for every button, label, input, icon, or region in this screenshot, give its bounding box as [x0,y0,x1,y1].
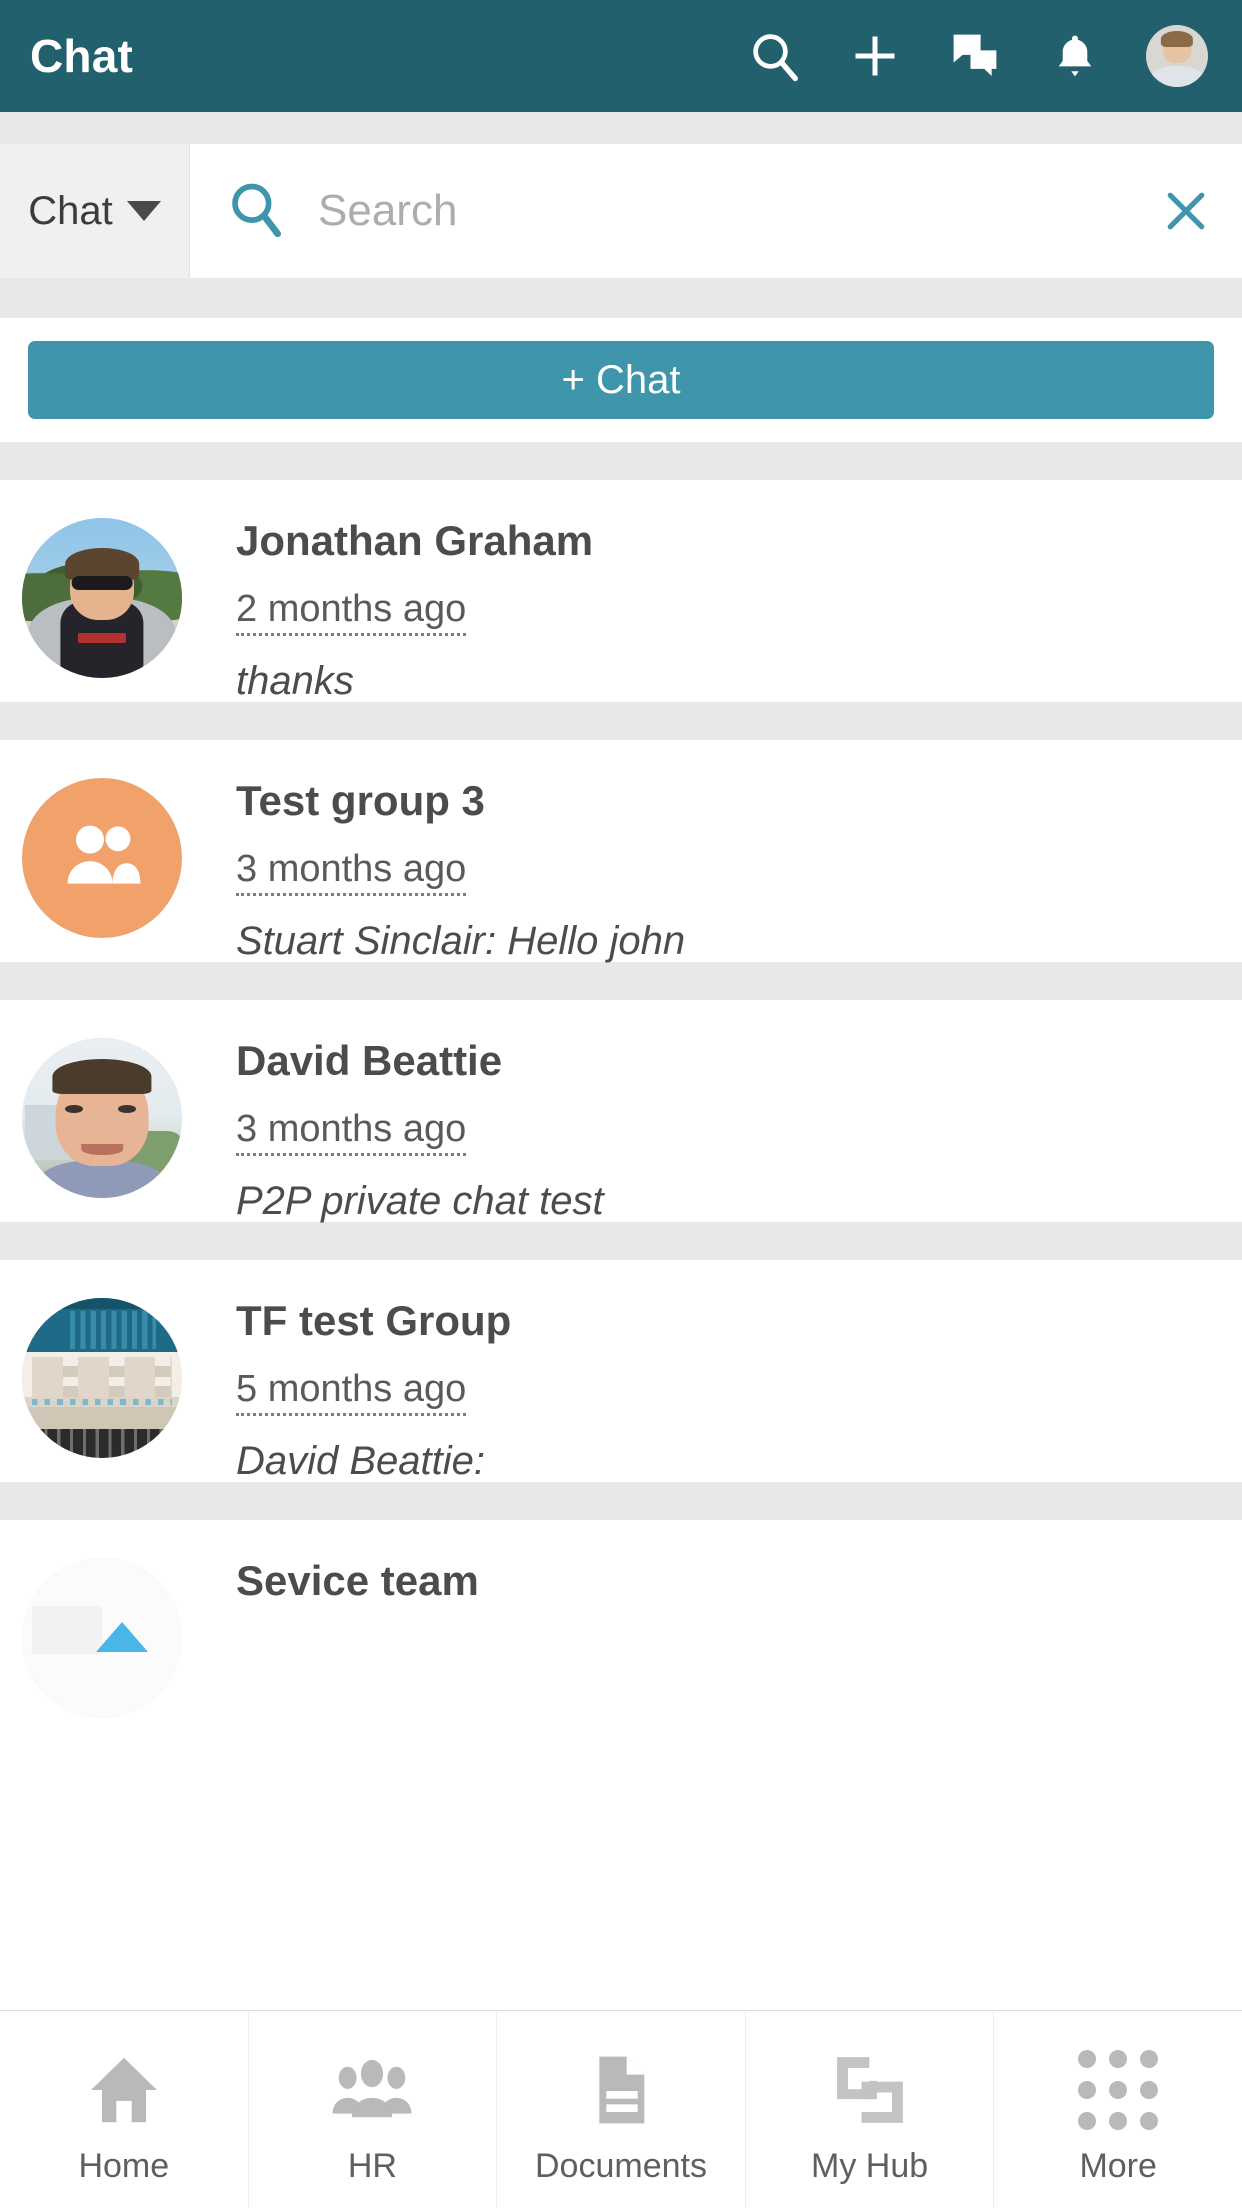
chat-preview: Stuart Sinclair: Hello john [236,918,686,963]
avatar-photo [22,1558,182,1718]
list-separator [0,702,1242,740]
list-separator [0,1222,1242,1260]
people-icon [329,2041,415,2139]
search-scope-label: Chat [28,188,113,233]
nav-label: Documents [535,2147,707,2185]
nav-label: HR [347,2147,397,2185]
avatar-photo [22,518,182,678]
group-people-icon [22,778,182,938]
search-field [190,144,1242,278]
chat-screen: Chat Chat Search + Chat Jonathan Graham … [0,0,1242,2208]
chat-timestamp: 5 months ago [236,1368,467,1416]
new-chat-zone: + Chat [0,318,1242,442]
plus-icon[interactable] [846,27,904,85]
list-item[interactable]: Sevice team [0,1520,1242,1742]
chat-avatar [22,1298,182,1458]
chat-texts: TF test Group 5 months ago David Beattie… [182,1298,511,1482]
chat-name: Sevice team [236,1557,479,1604]
nav-label: Home [78,2147,170,2185]
chat-avatar [22,1558,182,1718]
header-actions [746,25,1216,87]
search-input[interactable] [318,186,1126,236]
chat-name: TF test Group [236,1297,512,1344]
chat-timestamp: 3 months ago [236,848,467,896]
list-item[interactable]: David Beattie 3 months ago P2P private c… [0,1000,1242,1222]
app-header: Chat [0,0,1242,112]
chat-timestamp: 3 months ago [236,1108,467,1156]
nav-item-documents[interactable]: Documents [497,2011,746,2208]
chat-avatar [22,518,182,678]
search-input-icon [226,178,288,245]
avatar-body [1150,65,1204,87]
nav-item-more[interactable]: More [994,2011,1242,2208]
avatar-photo [22,1038,182,1198]
search-gap [0,278,1242,318]
chat-texts: Test group 3 3 months ago Stuart Sinclai… [182,778,685,962]
new-chat-button[interactable]: + Chat [28,341,1214,419]
chat-texts: David Beattie 3 months ago P2P private c… [182,1038,604,1222]
chat-preview: David Beattie: [236,1438,486,1483]
chat-texts: Sevice team [182,1558,479,1661]
list-separator [0,442,1242,480]
chat-name: David Beattie [236,1037,503,1084]
avatar-photo [22,1298,182,1458]
list-separator [0,1482,1242,1520]
avatar-hair [1160,31,1194,48]
chat-timestamp: 2 months ago [236,588,467,636]
chevron-down-icon [126,201,161,221]
chat-list[interactable]: Jonathan Graham 2 months ago thanks Test… [0,442,1242,2010]
close-icon[interactable] [1156,181,1216,241]
grid-dots-icon [1078,2041,1159,2139]
linked-squares-icon [828,2041,912,2139]
chat-preview: thanks [236,658,354,703]
header-gap [0,112,1242,144]
nav-item-hr[interactable]: HR [249,2011,498,2208]
search-bar: Chat [0,144,1242,278]
nav-item-home[interactable]: Home [0,2011,249,2208]
nav-item-my-hub[interactable]: My Hub [746,2011,995,2208]
bottom-navigation: Home HR Documents My Hub More [0,2010,1242,2208]
chat-name: Jonathan Graham [236,517,594,564]
bell-icon[interactable] [1046,27,1104,85]
list-item[interactable]: Jonathan Graham 2 months ago thanks [0,480,1242,702]
chat-name: Test group 3 [236,777,485,824]
home-icon [82,2041,166,2139]
chat-texts: Jonathan Graham 2 months ago thanks [182,518,593,702]
search-icon[interactable] [746,27,804,85]
search-scope-dropdown[interactable]: Chat [0,144,190,278]
chat-avatar [22,778,182,938]
nav-label: My Hub [811,2147,929,2185]
chat-preview: P2P private chat test [236,1178,604,1223]
chat-bubbles-icon[interactable] [946,27,1004,85]
chat-avatar [22,1038,182,1198]
nav-label: More [1079,2147,1157,2185]
avatar[interactable] [1146,25,1208,87]
list-item[interactable]: TF test Group 5 months ago David Beattie… [0,1260,1242,1482]
list-separator [0,962,1242,1000]
document-icon [581,2041,661,2139]
page-title: Chat [30,30,134,82]
list-item[interactable]: Test group 3 3 months ago Stuart Sinclai… [0,740,1242,962]
